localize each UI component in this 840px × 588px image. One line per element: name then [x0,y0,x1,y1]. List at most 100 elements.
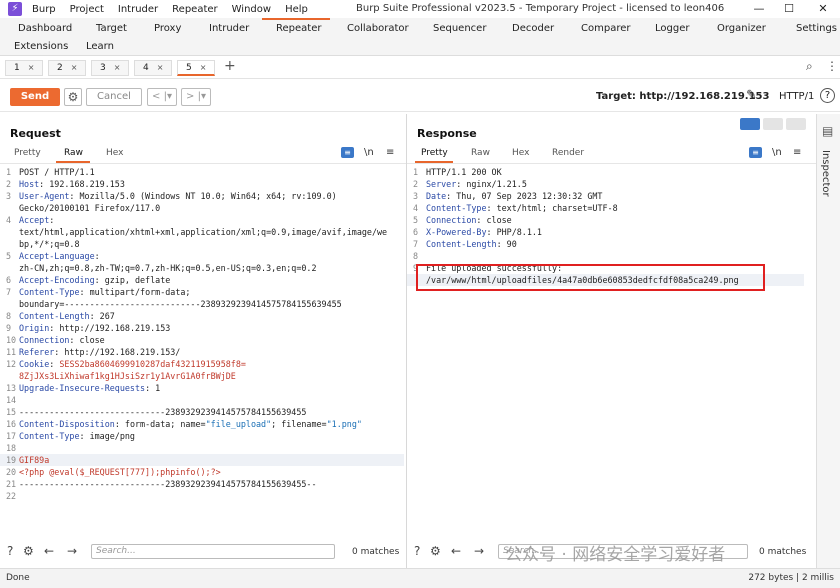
tab-dashboard[interactable]: Dashboard [18,23,72,34]
settings-gear-icon[interactable]: ⚙ [64,88,82,106]
next-match-icon[interactable]: → [67,544,77,558]
line-text: boundary=---------------------------2389… [19,298,342,310]
repeater-tab-3[interactable]: 3 × [91,60,129,76]
line-number: 2 [413,179,419,189]
repeater-tab-1[interactable]: 1 × [5,60,43,76]
close-tab-icon[interactable]: × [28,63,35,72]
menu-bar: Burp Project Intruder Repeater Window Help [32,4,322,15]
tab-repeater[interactable]: Repeater [276,23,321,34]
menu-item-help[interactable]: Help [285,4,308,15]
menu-item-window[interactable]: Window [232,4,271,15]
tab-target[interactable]: Target [96,23,127,34]
options-menu-icon[interactable]: ≡ [386,147,394,158]
more-vertical-icon[interactable]: ⋮ [826,59,838,73]
tab-learn[interactable]: Learn [86,41,114,52]
close-tab-icon[interactable]: × [157,63,164,72]
menu-item-repeater[interactable]: Repeater [172,4,217,15]
inspector-label[interactable]: Inspector [820,150,831,197]
line-text: Content-Type: multipart/form-data; [19,286,190,298]
search-icon[interactable]: ⌕ [806,59,813,74]
code-line: 15 -----------------------------238932923… [0,406,404,418]
help-icon[interactable]: ? [414,544,420,558]
close-button[interactable]: ✕ [808,0,838,18]
tab-comparer[interactable]: Comparer [581,23,630,34]
close-tab-icon[interactable]: × [71,63,78,72]
token-text: Gecko/20100101 Firefox/117.0 [19,203,161,213]
token-str1: "file_upload" [205,419,272,429]
request-search-input[interactable]: Search... [91,544,335,559]
next-match-icon[interactable]: → [474,544,484,558]
line-number: 22 [6,491,17,501]
repeater-tab-4[interactable]: 4 × [134,60,172,76]
forward-button[interactable]: > |▾ [181,88,211,106]
layout-split-icon[interactable] [740,118,760,130]
edit-target-icon[interactable]: ✎ [746,88,757,103]
options-menu-icon[interactable]: ≡ [793,147,801,158]
inspector-sidebar[interactable]: ▤ Inspector [816,114,840,568]
tab-organizer[interactable]: Organizer [717,23,766,34]
code-line: zh-CN,zh;q=0.8,zh-TW;q=0.7,zh-HK;q=0.5,e… [0,262,404,274]
line-number: 8 [6,311,12,321]
token-key: Connection [426,215,477,225]
repeater-toolbar: Send ⚙ Cancel < |▾ > |▾ Target: http://1… [0,82,840,112]
line-text: Accept: [19,214,54,226]
cancel-button[interactable]: Cancel [86,88,142,106]
line-text: POST / HTTP/1.1 [19,166,95,178]
menu-item-intruder[interactable]: Intruder [118,4,158,15]
tab-request-pretty[interactable]: Pretty [14,148,41,158]
format-icon[interactable]: ≡ [749,147,762,158]
help-icon[interactable]: ? [7,544,13,558]
back-button[interactable]: < |▾ [147,88,177,106]
tab-proxy[interactable]: Proxy [154,23,181,34]
tab-extensions[interactable]: Extensions [14,41,68,52]
tab-intruder[interactable]: Intruder [209,23,249,34]
tab-decoder[interactable]: Decoder [512,23,554,34]
close-tab-icon[interactable]: × [200,63,207,72]
code-line: 1 POST / HTTP/1.1 [0,166,404,178]
token-str2: "1.png" [326,419,362,429]
repeater-tab-2[interactable]: 2 × [48,60,86,76]
maximize-button[interactable]: ☐ [774,0,804,18]
token-text: -----------------------------23893292394… [19,407,307,417]
menu-item-burp[interactable]: Burp [32,4,56,15]
layout-horizontal-icon[interactable] [763,118,783,130]
previous-match-icon[interactable]: ← [451,544,461,558]
response-size-timing: 272 bytes | 2 millis [748,573,834,583]
request-editor[interactable]: 1 POST / HTTP/1.1 2 Host: 192.168.219.153 3 U… [0,166,404,502]
status-bar: Done 272 bytes | 2 millis [0,568,840,588]
line-text: Content-Type: text/html; charset=UTF-8 [426,202,618,214]
tab-collaborator[interactable]: Collaborator [347,23,409,34]
tab-settings[interactable]: Settings [796,23,837,34]
line-text: User-Agent: Mozilla/5.0 (Windows NT 10.0… [19,190,337,202]
tab-request-hex[interactable]: Hex [106,148,123,158]
newline-toggle-icon[interactable]: \n [364,147,374,158]
send-button[interactable]: Send [10,88,60,106]
help-icon[interactable]: ? [820,88,835,103]
newline-toggle-icon[interactable]: \n [772,147,782,158]
inspector-icon[interactable]: ▤ [822,124,833,138]
line-number: 9 [6,323,12,333]
code-line: Gecko/20100101 Firefox/117.0 [0,202,404,214]
line-text: Content-Length: 267 [19,310,115,322]
tab-response-pretty[interactable]: Pretty [421,148,448,158]
line-number: 5 [413,215,419,225]
tab-response-hex[interactable]: Hex [512,148,529,158]
settings-gear-icon[interactable]: ⚙ [430,544,441,558]
token-text: zh-CN,zh;q=0.8,zh-TW;q=0.7,zh-HK;q=0.5,e… [19,263,317,273]
format-icon[interactable]: ≡ [341,147,354,158]
close-tab-icon[interactable]: × [114,63,121,72]
menu-item-project[interactable]: Project [70,4,104,15]
layout-tabs-icon[interactable] [786,118,806,130]
tab-request-raw[interactable]: Raw [64,148,83,158]
previous-match-icon[interactable]: ← [44,544,54,558]
tab-sequencer[interactable]: Sequencer [433,23,486,34]
add-tab-button[interactable]: + [224,58,236,74]
minimize-button[interactable]: — [744,0,774,18]
tab-response-render[interactable]: Render [552,148,584,158]
repeater-tab-5[interactable]: 5 × [177,60,215,76]
settings-gear-icon[interactable]: ⚙ [23,544,34,558]
tab-response-raw[interactable]: Raw [471,148,490,158]
line-text: Connection: close [19,334,105,346]
tab-logger[interactable]: Logger [655,23,689,34]
http-protocol-toggle[interactable]: HTTP/1 [779,91,814,102]
